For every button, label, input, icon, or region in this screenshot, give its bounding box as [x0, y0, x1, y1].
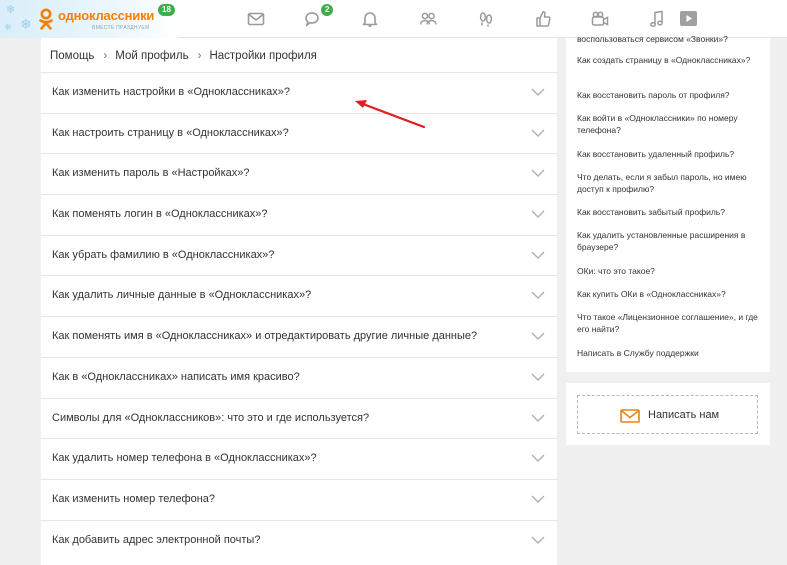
messages-badge: 2: [321, 4, 334, 16]
faq-item[interactable]: Как убрать фамилию в «Одноклассниках»?: [41, 234, 557, 276]
logo-text: одноклассники: [58, 8, 155, 23]
music-icon[interactable]: [647, 9, 667, 29]
faq-item[interactable]: Как добавить адрес электронной почты?: [41, 519, 557, 561]
chevron-down-icon: [531, 291, 545, 300]
breadcrumb: Помощь › Мой профиль › Настройки профиля: [50, 50, 317, 62]
chevron-down-icon: [531, 454, 545, 463]
sidebar-link-support[interactable]: Написать в Службу поддержки: [577, 347, 763, 359]
faq-question: Как удалить личные данные в «Одноклассни…: [52, 289, 312, 302]
faq-item[interactable]: Как поменять логин в «Одноклассниках»?: [41, 194, 557, 235]
chevron-down-icon: [531, 210, 545, 219]
chevron-down-icon: [531, 414, 545, 422]
ok-logo-icon: [39, 8, 53, 30]
faq-question: Как удалить номер телефона в «Одноклассн…: [52, 452, 317, 465]
sidebar-link[interactable]: Как восстановить удаленный профиль?: [577, 148, 763, 160]
faq-question: Как в «Одноклассниках» написать имя крас…: [52, 370, 300, 383]
breadcrumb-my-profile[interactable]: Мой профиль: [115, 50, 188, 62]
faq-question: Как убрать фамилию в «Одноклассниках»?: [52, 248, 275, 261]
mail-icon[interactable]: [246, 9, 266, 29]
guests-icon[interactable]: [476, 9, 496, 29]
notifications-icon[interactable]: [360, 9, 380, 29]
chevron-down-icon: [531, 169, 545, 178]
sidebar-related-articles: воспользоваться сервисом «Звонки»? Как с…: [566, 34, 770, 372]
discussions-icon[interactable]: [303, 9, 323, 29]
chevron-down-icon: [531, 129, 545, 137]
faq-question: Как поменять логин в «Одноклассниках»?: [52, 208, 268, 221]
write-us-button[interactable]: Написать нам: [577, 395, 758, 434]
faq-question: Как изменить пароль в «Настройках»?: [52, 167, 250, 180]
envelope-icon: [620, 409, 640, 423]
faq-item[interactable]: Как изменить настройки в «Одноклассниках…: [41, 72, 557, 113]
main-content: Помощь › Мой профиль › Настройки профиля Как…: [41, 38, 557, 565]
faq-question: Как изменить настройки в «Одноклассниках…: [52, 86, 290, 98]
faq-question: Как поменять имя в «Одноклассниках» и от…: [52, 330, 478, 343]
faq-item[interactable]: Как удалить личные данные в «Одноклассни…: [41, 275, 557, 316]
sidebar-link[interactable]: Как удалить установленные расширения в б…: [577, 229, 763, 254]
sidebar-link[interactable]: Как восстановить забытый профиль?: [577, 206, 763, 218]
faq-question: Как добавить адрес электронной почты?: [52, 533, 261, 546]
video-icon[interactable]: [590, 9, 610, 29]
snowflake-icon: ❄: [6, 4, 16, 16]
sidebar-link[interactable]: Как создать страницу в «Одноклассниках»?: [577, 54, 763, 66]
breadcrumb-help[interactable]: Помощь: [50, 50, 94, 62]
friends-icon[interactable]: [418, 9, 438, 29]
write-us-label: Написать нам: [648, 409, 720, 421]
sidebar-link[interactable]: Как купить ОКи в «Одноклассниках»?: [577, 288, 763, 300]
sidebar-link[interactable]: ОКи: что это такое?: [577, 265, 763, 277]
faq-list: Как изменить настройки в «Одноклассниках…: [41, 72, 557, 560]
logo-subtitle: ВМЕСТЕ ПРАЗДНУЕМ: [92, 25, 150, 31]
chevron-down-icon: [531, 373, 545, 381]
faq-item[interactable]: Как настроить страницу в «Одноклассниках…: [41, 112, 557, 154]
sidebar-contact-panel: Написать нам: [566, 383, 770, 445]
chevron-down-icon: [531, 536, 545, 544]
sidebar-link[interactable]: Что делать, если я забыл пароль, но имею…: [577, 171, 763, 196]
annotation-arrow-icon: [355, 100, 426, 129]
snowflake-icon: ❄: [4, 22, 12, 32]
faq-question: Как настроить страницу в «Одноклассниках…: [52, 126, 289, 139]
sidebar-link[interactable]: Как войти в «Одноклассники» по номеру те…: [577, 112, 763, 137]
faq-item[interactable]: Символы для «Одноклассников»: что это и …: [41, 397, 557, 439]
snowflake-icon: ❄: [20, 16, 32, 32]
play-icon[interactable]: [679, 10, 699, 30]
chevron-right-icon: ›: [197, 50, 202, 62]
chevron-down-icon: [531, 88, 545, 96]
faq-item[interactable]: Как удалить номер телефона в «Одноклассн…: [41, 438, 557, 479]
breadcrumb-profile-settings: Настройки профиля: [209, 50, 317, 62]
faq-item[interactable]: Как изменить пароль в «Настройках»?: [41, 153, 557, 194]
sidebar-link[interactable]: Как восстановить пароль от профиля?: [577, 89, 763, 101]
sidebar-link[interactable]: Что такое «Лицензионное соглашение», и г…: [577, 311, 763, 336]
chevron-down-icon: [531, 332, 545, 341]
sidebar-link[interactable]: воспользоваться сервисом «Звонки»?: [577, 33, 763, 45]
faq-item[interactable]: Как изменить номер телефона?: [41, 478, 557, 520]
chevron-down-icon: [531, 251, 545, 259]
faq-question: Как изменить номер телефона?: [52, 492, 216, 505]
faq-question: Символы для «Одноклассников»: что это и …: [52, 411, 370, 424]
faq-item[interactable]: Как в «Одноклассниках» написать имя крас…: [41, 356, 557, 398]
events-icon[interactable]: [533, 9, 553, 29]
chevron-down-icon: [531, 495, 545, 503]
chevron-right-icon: ›: [103, 50, 108, 62]
logo[interactable]: ❄ ❄ ❄ одноклассники ВМЕСТЕ ПРАЗДНУЕМ 18: [0, 0, 178, 38]
logo-badge: 18: [158, 4, 175, 16]
faq-item[interactable]: Как поменять имя в «Одноклассниках» и от…: [41, 316, 557, 357]
